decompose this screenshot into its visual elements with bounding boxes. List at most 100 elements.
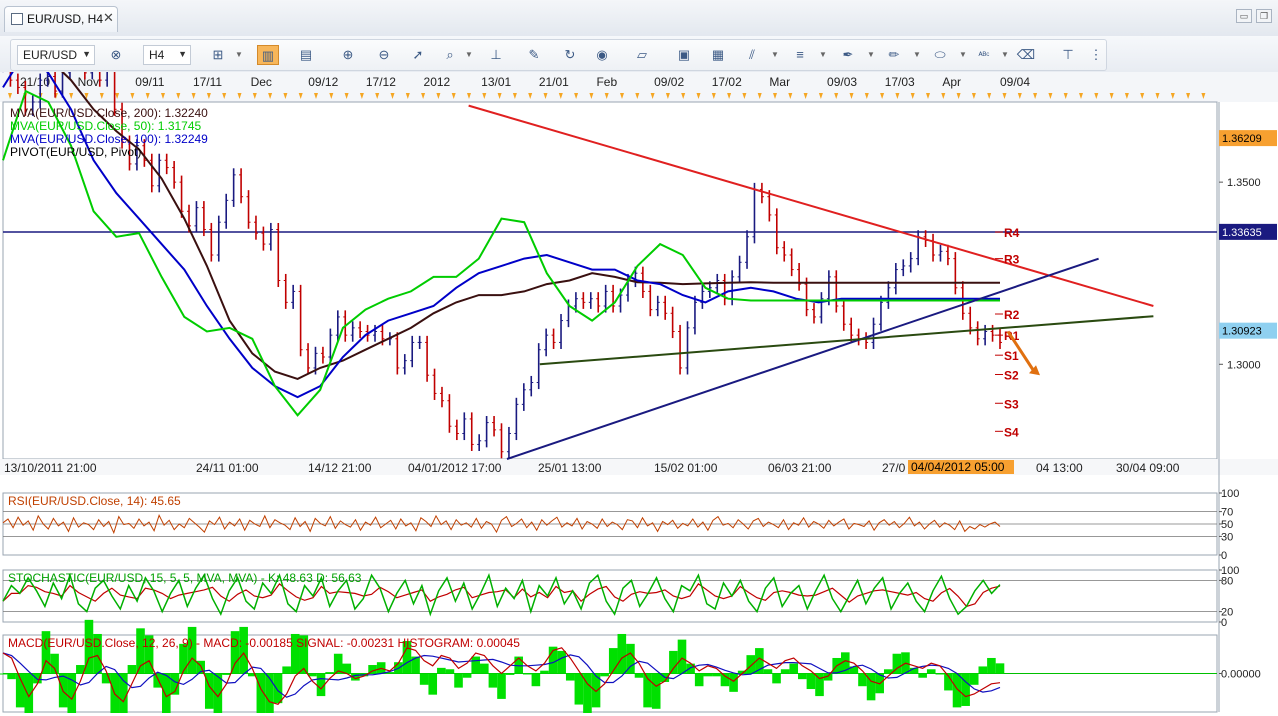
toolbar: EUR/USD ▼ ⊗ H4 ▼ ⊞ ▼ ▥ ▤ ⊕ ⊖ ➚ ⌕ ▼ ⊥ ✎ ↻ ◉… [0, 36, 1278, 73]
window-controls: ▭ ❐ [1232, 8, 1272, 23]
bar-chart-icon[interactable]: ▥ [257, 45, 279, 65]
macd-histogram-bar [454, 673, 463, 688]
macd-histogram-bar [497, 673, 506, 699]
price-tag-label: 1.36209 [1222, 133, 1262, 145]
chart-tab[interactable]: EUR/USD, H4 ✕ [4, 6, 118, 32]
macd-histogram-bar [445, 669, 455, 674]
ruler-icon[interactable]: ▱ [631, 45, 653, 65]
tree-icon[interactable]: ⊤ [1057, 45, 1079, 65]
bottom-date-label: 14/12 21:00 [308, 461, 372, 475]
macd-histogram-bar [746, 655, 756, 674]
title-bar: EUR/USD, H4 ✕ ▭ ❐ [0, 0, 1278, 37]
crosshair-icon[interactable]: ⊗ [105, 45, 127, 65]
macd-histogram-bar [24, 673, 34, 716]
maximize-button[interactable]: ❐ [1256, 9, 1272, 23]
macd-histogram-bar [763, 669, 773, 674]
macd-histogram-bar [265, 673, 274, 716]
cursor-icon[interactable]: ➚ [407, 45, 429, 65]
top-date-label: 09/03 [827, 75, 857, 89]
macd-histogram-bar [677, 639, 687, 674]
macd-histogram-bar [608, 648, 618, 674]
align-icon[interactable]: ⊥ [485, 45, 507, 65]
pivot-label: R4 [1004, 226, 1020, 240]
globe-icon[interactable]: ◉ [591, 45, 613, 65]
chart-canvas[interactable]: 21/10 Nov 09/11 17/11 Dec 09/12 17/12 2012 13/01… [0, 37, 1278, 716]
chevron-down-icon[interactable]: ▼ [235, 50, 243, 59]
macd-histogram-bar [239, 626, 248, 674]
bottom-date-label: 30/04 09:00 [1116, 461, 1180, 475]
timeframe-select[interactable]: H4 ▼ [143, 45, 191, 65]
macd-histogram-bar [815, 673, 824, 697]
pivot-label: S1 [1004, 349, 1019, 363]
macd-label: MACD(EUR/USD.Close, 12, 26, 9) - MACD: -… [8, 636, 520, 650]
refresh-icon[interactable]: ↻ [559, 45, 581, 65]
macd-histogram-bar [488, 673, 498, 688]
macd-histogram-bar [651, 673, 661, 709]
symbol-select[interactable]: EUR/USD ▼ [17, 45, 95, 65]
chart-type-icon[interactable]: ⊞ [207, 45, 229, 65]
macd-histogram-bar [273, 673, 283, 704]
chevron-down-icon[interactable]: ▼ [82, 49, 91, 59]
macd-histogram-bar [780, 669, 790, 674]
top-date-label: 09/11 [135, 75, 164, 89]
macd-histogram-bar [127, 665, 137, 674]
chevron-down-icon[interactable]: ▼ [867, 50, 875, 59]
macd-histogram-bar [669, 650, 678, 674]
menu-icon[interactable]: ⋮ [1085, 45, 1107, 65]
top-date-label: 17/12 [366, 75, 396, 89]
macd-tick-label: 0.00000 [1221, 669, 1261, 681]
magnify-icon[interactable]: ⌕ [439, 45, 461, 65]
image-icon[interactable]: ▣ [673, 45, 695, 65]
legend-entry: MVA(EUR/USD.Close, 50): 1.31745 [10, 119, 202, 133]
macd-histogram-bar [729, 673, 738, 692]
time-axis-strip [0, 459, 1278, 475]
chart-area: 21/10 Nov 09/11 17/11 Dec 09/12 17/12 2012 13/01… [0, 37, 1278, 716]
rsi-tick-label: 0 [1221, 550, 1227, 562]
list-icon[interactable]: ≡ [789, 45, 811, 65]
price-tick-label: 1.3000 [1227, 359, 1261, 371]
macd-histogram-bar [325, 672, 334, 674]
text-icon[interactable]: ᴬᴮᶜ [973, 45, 995, 65]
stoch-label: STOCHASTIC(EUR/USD, 15, 5, 5, MVA, MVA) … [8, 571, 362, 585]
symbol-value: EUR/USD [23, 48, 78, 62]
lines-icon[interactable]: ⫽ [741, 45, 763, 65]
chevron-down-icon[interactable]: ▼ [959, 50, 967, 59]
macd-histogram-bar [119, 673, 128, 716]
macd-histogram-bar [540, 670, 549, 674]
top-date-label: 17/11 [193, 75, 222, 89]
crosshair-date-label: 04/04/2012 05:00 [911, 460, 1005, 474]
chevron-down-icon[interactable]: ▼ [465, 50, 473, 59]
zoom-in-icon[interactable]: ⊕ [337, 45, 359, 65]
restore-button[interactable]: ▭ [1236, 9, 1252, 23]
top-date-label: Apr [942, 75, 961, 89]
chevron-down-icon[interactable]: ▼ [771, 50, 779, 59]
macd-histogram-bar [798, 673, 807, 680]
legend-entry: PIVOT(EUR/USD, Pivot) [10, 145, 141, 159]
pivot-label: S3 [1004, 397, 1019, 411]
pivot-label: S2 [1004, 368, 1019, 382]
template-icon[interactable]: ▦ [707, 45, 729, 65]
pencil-icon[interactable]: ✏ [883, 45, 905, 65]
chevron-down-icon[interactable]: ▼ [178, 49, 187, 59]
chart-tab-title: EUR/USD, H4 [27, 12, 104, 26]
macd-histogram-bar [462, 673, 472, 678]
chevron-down-icon[interactable]: ▼ [913, 50, 921, 59]
chevron-down-icon[interactable]: ▼ [819, 50, 827, 59]
macd-histogram-bar [50, 653, 59, 674]
candlestick-icon[interactable]: ▤ [295, 45, 317, 65]
macd-histogram-bar [505, 673, 515, 675]
macd-histogram-bar [437, 667, 446, 674]
pivot-label: R2 [1004, 308, 1020, 322]
pen-icon[interactable]: ✒ [837, 45, 859, 65]
macd-histogram-bar [772, 673, 781, 684]
eraser-icon[interactable]: ⌫ [1015, 45, 1037, 65]
top-date-label: 17/02 [712, 75, 742, 89]
ellipse-icon[interactable]: ⬭ [929, 45, 951, 65]
chevron-down-icon[interactable]: ▼ [1001, 50, 1009, 59]
zoom-out-icon[interactable]: ⊖ [373, 45, 395, 65]
edit-icon[interactable]: ✎ [523, 45, 545, 65]
legend-entry: MVA(EUR/USD.Close, 200): 1.32240 [10, 106, 208, 120]
macd-histogram-bar [531, 673, 541, 687]
rsi-label: RSI(EUR/USD.Close, 14): 45.65 [8, 494, 181, 508]
close-icon[interactable]: ✕ [103, 10, 114, 26]
